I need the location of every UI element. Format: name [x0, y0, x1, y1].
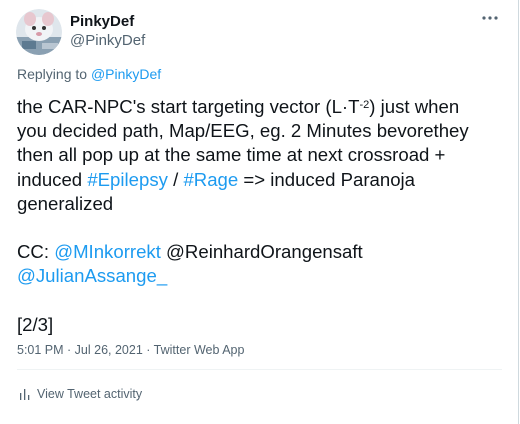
- divider: [17, 369, 502, 370]
- hashtag-rage[interactable]: #Rage: [183, 169, 238, 190]
- cc-prefix: CC:: [17, 241, 55, 263]
- avatar[interactable]: [16, 9, 62, 55]
- tweet-counter: [2/3]: [17, 313, 54, 335]
- hashtag-epilepsy[interactable]: #Epilepsy: [87, 169, 168, 190]
- tweet-date[interactable]: Jul 26, 2021: [75, 343, 143, 357]
- tweet-line-2: you decided path, Map/EEG, eg. 2 Minutes…: [17, 120, 469, 142]
- tweet-line-4: induced #Epilepsy / #Rage => induced Par…: [17, 168, 507, 192]
- tweet-gap-2: [17, 289, 507, 313]
- tweet-line-5: generalized: [17, 192, 114, 214]
- replying-prefix: Replying to: [17, 66, 91, 82]
- tweet-source[interactable]: Twitter Web App: [154, 343, 245, 357]
- author-handle[interactable]: @PinkyDef: [70, 32, 145, 49]
- tweet-line-4-a: induced: [17, 168, 88, 190]
- tweet-text: the CAR-NPC's start targeting vector (L·…: [17, 95, 507, 337]
- view-tweet-activity-label: View Tweet activity: [37, 387, 143, 401]
- tweet-line-1-a: the CAR-NPC's start targeting vector (L·…: [17, 96, 360, 117]
- tweet-cc-line: CC: @MInkorrekt @ReinhardOrangensaft: [17, 240, 507, 264]
- tweet-gap: [17, 216, 507, 240]
- tweet-line-1-b: ) just when: [369, 96, 460, 117]
- author-display-name[interactable]: PinkyDef: [70, 13, 134, 30]
- more-icon[interactable]: [480, 10, 500, 26]
- replying-to: Replying to @PinkyDef: [17, 66, 161, 82]
- mention-julianassange[interactable]: @JulianAssange_: [17, 265, 167, 286]
- tweet-time[interactable]: 5:01 PM: [17, 343, 64, 357]
- tweet: PinkyDef @PinkyDef Replying to @PinkyDef…: [0, 0, 519, 424]
- meta-sep-1: ·: [63, 343, 75, 357]
- mention-minkorrekt[interactable]: @MInkorrekt: [54, 241, 161, 262]
- tweet-line-1: the CAR-NPC's start targeting vector (L·…: [17, 95, 507, 119]
- meta-sep-2: ·: [142, 343, 154, 357]
- view-tweet-activity-link[interactable]: View Tweet activity: [19, 387, 142, 401]
- tweet-mention-line: @JulianAssange_: [17, 264, 507, 288]
- reply-target-link[interactable]: @PinkyDef: [91, 66, 161, 82]
- tweet-line-3: then all pop up at the same time at next…: [17, 144, 446, 166]
- tweet-line-4-c: => induced Paranoja: [238, 168, 416, 190]
- tweet-superscript: -2: [359, 99, 370, 111]
- cc-middle: @ReinhardOrangensaft: [160, 241, 363, 263]
- tweet-line-4-b: /: [167, 168, 184, 190]
- tweet-meta: 5:01 PM · Jul 26, 2021 · Twitter Web App: [17, 343, 244, 357]
- bar-chart-icon: [20, 389, 30, 400]
